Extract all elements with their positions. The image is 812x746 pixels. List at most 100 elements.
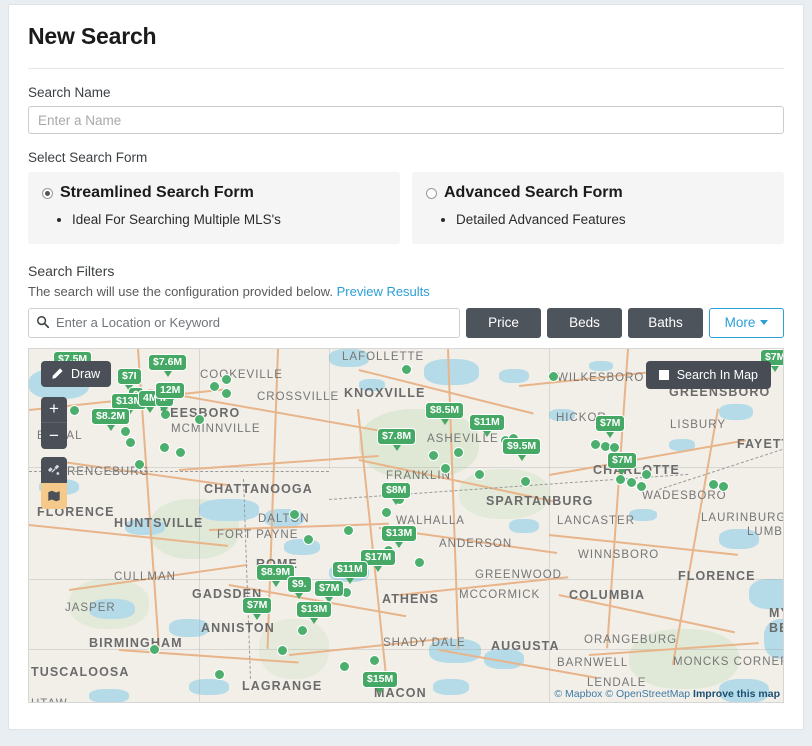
osm-attribution[interactable]: © OpenStreetMap: [605, 688, 690, 700]
map-listing-dot[interactable]: [339, 660, 350, 672]
search-in-map-checkbox[interactable]: [658, 369, 669, 380]
map-listing-dot[interactable]: [381, 506, 392, 518]
map-listing-dot[interactable]: [548, 370, 559, 382]
map-price-marker[interactable]: 12M: [155, 381, 186, 405]
zoom-in-button[interactable]: +: [41, 397, 67, 423]
map-listing-dot[interactable]: [120, 425, 131, 437]
zoom-controls[interactable]: + −: [41, 396, 67, 449]
select-search-form-label: Select Search Form: [28, 150, 148, 165]
map-listing-dot[interactable]: [69, 404, 80, 416]
map-listing-dot[interactable]: [440, 462, 451, 474]
map-listing-dot[interactable]: [149, 643, 160, 655]
map-listing-dot[interactable]: [428, 449, 439, 461]
map-price-marker[interactable]: $15M: [362, 670, 399, 694]
map-price-marker[interactable]: $8.2M: [91, 407, 131, 431]
map-city-label: BIRMINGHAM: [89, 635, 183, 650]
location-search-input[interactable]: [28, 307, 460, 338]
map-listing-dot[interactable]: [718, 480, 729, 492]
map-city-label: GREENWOOD: [475, 568, 562, 581]
improve-map-link[interactable]: Improve this map: [693, 688, 780, 700]
map-listing-dot[interactable]: [369, 654, 380, 666]
advanced-card-head: Advanced Search Form: [426, 184, 770, 202]
map-price-marker[interactable]: $13M: [381, 524, 418, 548]
draw-button[interactable]: Draw: [41, 360, 112, 387]
map-water: [589, 360, 613, 371]
draw-button-label: Draw: [71, 366, 101, 381]
map-water: [189, 678, 229, 695]
map-listing-dot[interactable]: [414, 556, 425, 568]
map-price-marker[interactable]: $7M: [314, 579, 345, 603]
advanced-search-form-card[interactable]: Advanced Search Form Detailed Advanced F…: [412, 172, 784, 244]
map-listing-dot[interactable]: [289, 508, 300, 520]
mapbox-attribution[interactable]: © Mapbox: [554, 688, 602, 700]
map-container[interactable]: LAFOLLETTE COOKEVILLE CROSSVILLE KNOXVILLE W…: [28, 347, 784, 703]
beds-filter-button[interactable]: Beds: [547, 307, 622, 338]
more-filters-button[interactable]: More: [709, 307, 784, 338]
satellite-layer-button[interactable]: [41, 456, 67, 483]
map-price-marker[interactable]: $8M: [381, 481, 412, 505]
price-filter-button[interactable]: Price: [466, 307, 541, 338]
map-listing-dot[interactable]: [209, 380, 220, 392]
radio-advanced[interactable]: [426, 187, 437, 199]
map-price-marker[interactable]: $7M: [242, 596, 273, 620]
map-price-marker[interactable]: $9.: [287, 575, 312, 599]
map-city-label: CROSSVILLE: [257, 390, 340, 403]
map-gridline: [329, 348, 330, 469]
map-city-label: CHATTANOOGA: [204, 481, 313, 496]
map-city-label: BARNWELL: [557, 656, 629, 669]
map-listing-dot[interactable]: [125, 436, 136, 448]
map-listing-dot[interactable]: [641, 468, 652, 480]
map-water: [749, 578, 783, 609]
map-price-marker[interactable]: $7.8M: [377, 427, 417, 451]
map-city-label: UTAW: [31, 698, 68, 702]
map-listing-dot[interactable]: [343, 524, 354, 536]
map-listing-dot[interactable]: [401, 363, 412, 375]
map-listing-dot[interactable]: [214, 668, 225, 680]
map-listing-dot[interactable]: [520, 475, 531, 487]
map-water: [284, 538, 320, 555]
map-price-marker[interactable]: $9.5M: [502, 437, 542, 461]
map-listing-dot[interactable]: [277, 644, 288, 656]
map-price-marker[interactable]: $11M: [332, 560, 368, 584]
layer-controls[interactable]: [41, 456, 67, 509]
search-in-map-button[interactable]: Search In Map: [645, 360, 771, 389]
map-listing-dot[interactable]: [221, 373, 232, 385]
search-in-map-label: Search In Map: [676, 367, 758, 382]
map-city-label: HUNTSVILLE: [114, 515, 204, 530]
map-layer-button[interactable]: [41, 482, 67, 509]
map-price-marker[interactable]: $11M: [469, 413, 505, 437]
filters-description: The search will use the configuration pr…: [28, 284, 784, 299]
streamlined-card-head: Streamlined Search Form: [42, 184, 386, 202]
map-price-marker[interactable]: $7I: [117, 367, 142, 391]
map-price-marker[interactable]: $7M: [607, 451, 638, 475]
map-city-label: DALTON: [258, 512, 310, 525]
map-city-label: MCCORMICK: [459, 588, 541, 601]
map-listing-dot[interactable]: [175, 446, 186, 458]
baths-filter-button[interactable]: Baths: [628, 307, 703, 338]
map-listing-dot[interactable]: [303, 533, 314, 545]
map-water: [199, 498, 259, 521]
map-listing-dot[interactable]: [134, 458, 145, 470]
map-listing-dot[interactable]: [474, 468, 485, 480]
map-listing-dot[interactable]: [636, 480, 647, 492]
zoom-out-button[interactable]: −: [41, 423, 67, 449]
map-listing-dot[interactable]: [221, 387, 232, 399]
map-listing-dot[interactable]: [615, 473, 626, 485]
map-listing-dot[interactable]: [194, 413, 205, 425]
filters-description-text: The search will use the configuration pr…: [28, 283, 333, 299]
map-canvas[interactable]: LAFOLLETTE COOKEVILLE CROSSVILLE KNOXVILLE W…: [29, 348, 783, 702]
preview-results-link[interactable]: Preview Results: [337, 284, 430, 299]
map-price-marker[interactable]: $7.6M: [148, 353, 188, 377]
map-price-marker[interactable]: $7M: [595, 414, 626, 438]
map-listing-dot[interactable]: [159, 441, 170, 453]
map-price-marker[interactable]: $8.5M: [425, 401, 465, 425]
map-listing-dot[interactable]: [297, 624, 308, 636]
map-city-label: KNOXVILLE: [344, 385, 426, 400]
map-listing-dot[interactable]: [453, 446, 464, 458]
map-price-marker[interactable]: $13M: [296, 600, 333, 624]
search-name-input[interactable]: [28, 106, 784, 134]
radio-streamlined[interactable]: [42, 187, 53, 199]
map-icon: [48, 490, 60, 502]
page-title: New Search: [28, 23, 157, 49]
streamlined-search-form-card[interactable]: Streamlined Search Form Ideal For Search…: [28, 172, 400, 244]
